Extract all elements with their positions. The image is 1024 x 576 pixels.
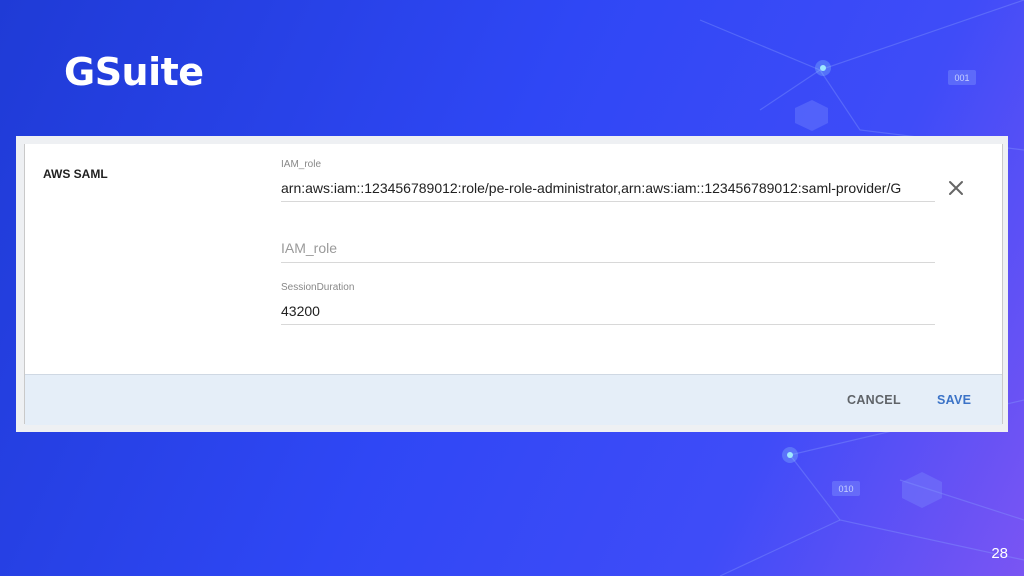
panel-footer: CANCEL SAVE <box>25 374 1002 425</box>
session-duration-label: SessionDuration <box>281 282 355 293</box>
brand-title: GSuite <box>64 50 204 94</box>
iam-role-placeholder[interactable]: IAM_role <box>281 240 935 262</box>
decor-tag-bottom: 010 <box>838 484 853 494</box>
save-button[interactable]: SAVE <box>937 393 971 407</box>
slide-number: 28 <box>991 545 1008 562</box>
session-duration-value[interactable]: 43200 <box>281 303 935 323</box>
iam-role-value[interactable]: arn:aws:iam::123456789012:role/pe-role-a… <box>281 180 935 200</box>
section-title: AWS SAML <box>43 167 108 181</box>
iam-role-field[interactable]: IAM_role arn:aws:iam::123456789012:role/… <box>281 159 935 202</box>
session-duration-field[interactable]: SessionDuration 43200 <box>281 282 935 325</box>
decor-tag-top: 001 <box>954 73 969 83</box>
cancel-button[interactable]: CANCEL <box>847 393 901 407</box>
iam-role-label: IAM_role <box>281 159 322 170</box>
close-icon[interactable] <box>947 179 965 197</box>
screenshot-frame: AWS SAML IAM_role arn:aws:iam::123456789… <box>16 136 1008 432</box>
aws-saml-panel: AWS SAML IAM_role arn:aws:iam::123456789… <box>24 144 1003 425</box>
iam-role-empty-field[interactable]: IAM_role <box>281 240 935 263</box>
